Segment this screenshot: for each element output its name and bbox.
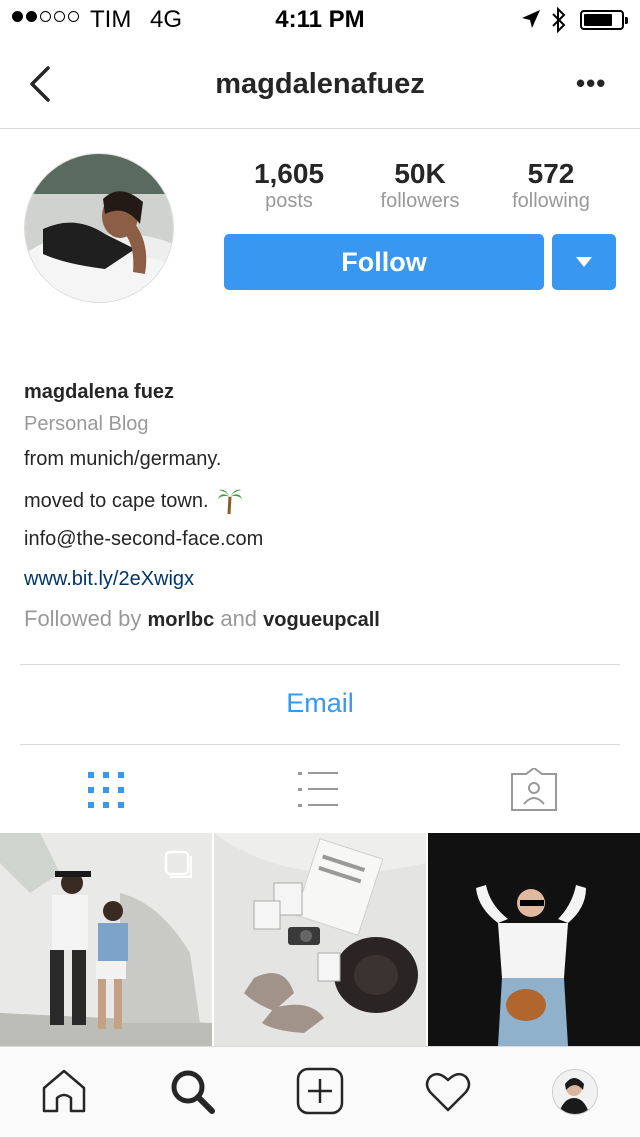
following-count[interactable]: 572 following (486, 158, 616, 213)
stat-label: following (512, 190, 590, 212)
bio-email-text: info@the-second-face.com (24, 528, 264, 550)
posts-count: 1,605 posts (224, 158, 354, 213)
ellipsis-icon[interactable]: ••• (576, 68, 606, 99)
grid-icon[interactable] (76, 768, 136, 812)
multiple-photos-icon (164, 850, 192, 878)
bluetooth-icon (552, 6, 566, 34)
followed-by-prefix: Followed by (24, 606, 142, 631)
list-icon[interactable] (290, 768, 350, 812)
post-thumbnail[interactable] (214, 833, 426, 1046)
profile-username: magdalenafuez (215, 68, 425, 100)
palm-tree-icon (217, 489, 242, 515)
status-time: 4:11 PM (275, 6, 365, 33)
navigation-bar: magdalenafuez ••• (0, 40, 640, 129)
divider (20, 744, 620, 745)
bio-text: moved to cape town. (24, 489, 209, 512)
followed-by-and: and (220, 606, 258, 631)
triangle-down-icon (576, 257, 592, 267)
email-button[interactable]: Email (0, 688, 640, 719)
profile-full-name: magdalena fuez (24, 381, 175, 403)
battery-icon (580, 10, 628, 30)
add-post-icon[interactable] (295, 1066, 345, 1116)
tagged-icon[interactable] (504, 768, 564, 812)
suggested-users-dropdown-button[interactable] (552, 234, 616, 290)
profile-avatar[interactable] (24, 153, 174, 303)
follow-button[interactable]: Follow (224, 234, 544, 290)
followed-by-user-link[interactable]: vogueupcall (263, 609, 380, 631)
stat-value: 572 (527, 158, 575, 189)
website-link[interactable]: www.bit.ly/2eXwigx (24, 568, 194, 591)
bio-line: moved to cape town. (24, 487, 243, 515)
heart-icon[interactable] (423, 1066, 473, 1116)
stat-value: 1,605 (253, 158, 325, 189)
profile-tab-avatar[interactable] (552, 1069, 598, 1115)
followers-count[interactable]: 50K followers (355, 158, 485, 213)
search-icon[interactable] (167, 1066, 217, 1116)
stat-value: 50K (394, 158, 446, 189)
post-thumbnail[interactable] (428, 833, 640, 1046)
location-arrow-icon (522, 10, 540, 28)
stat-label: posts (265, 190, 313, 212)
followed-by: Followed by morlbc and vogueupcall (24, 606, 380, 632)
status-bar: TIM 4G 4:11 PM (0, 0, 640, 40)
stat-label: followers (380, 190, 460, 212)
home-icon[interactable] (39, 1066, 89, 1116)
profile-category: Personal Blog (24, 413, 149, 435)
followed-by-user-link[interactable]: morlbc (148, 609, 215, 631)
divider (20, 664, 620, 665)
bio-line: from munich/germany. (24, 448, 222, 470)
